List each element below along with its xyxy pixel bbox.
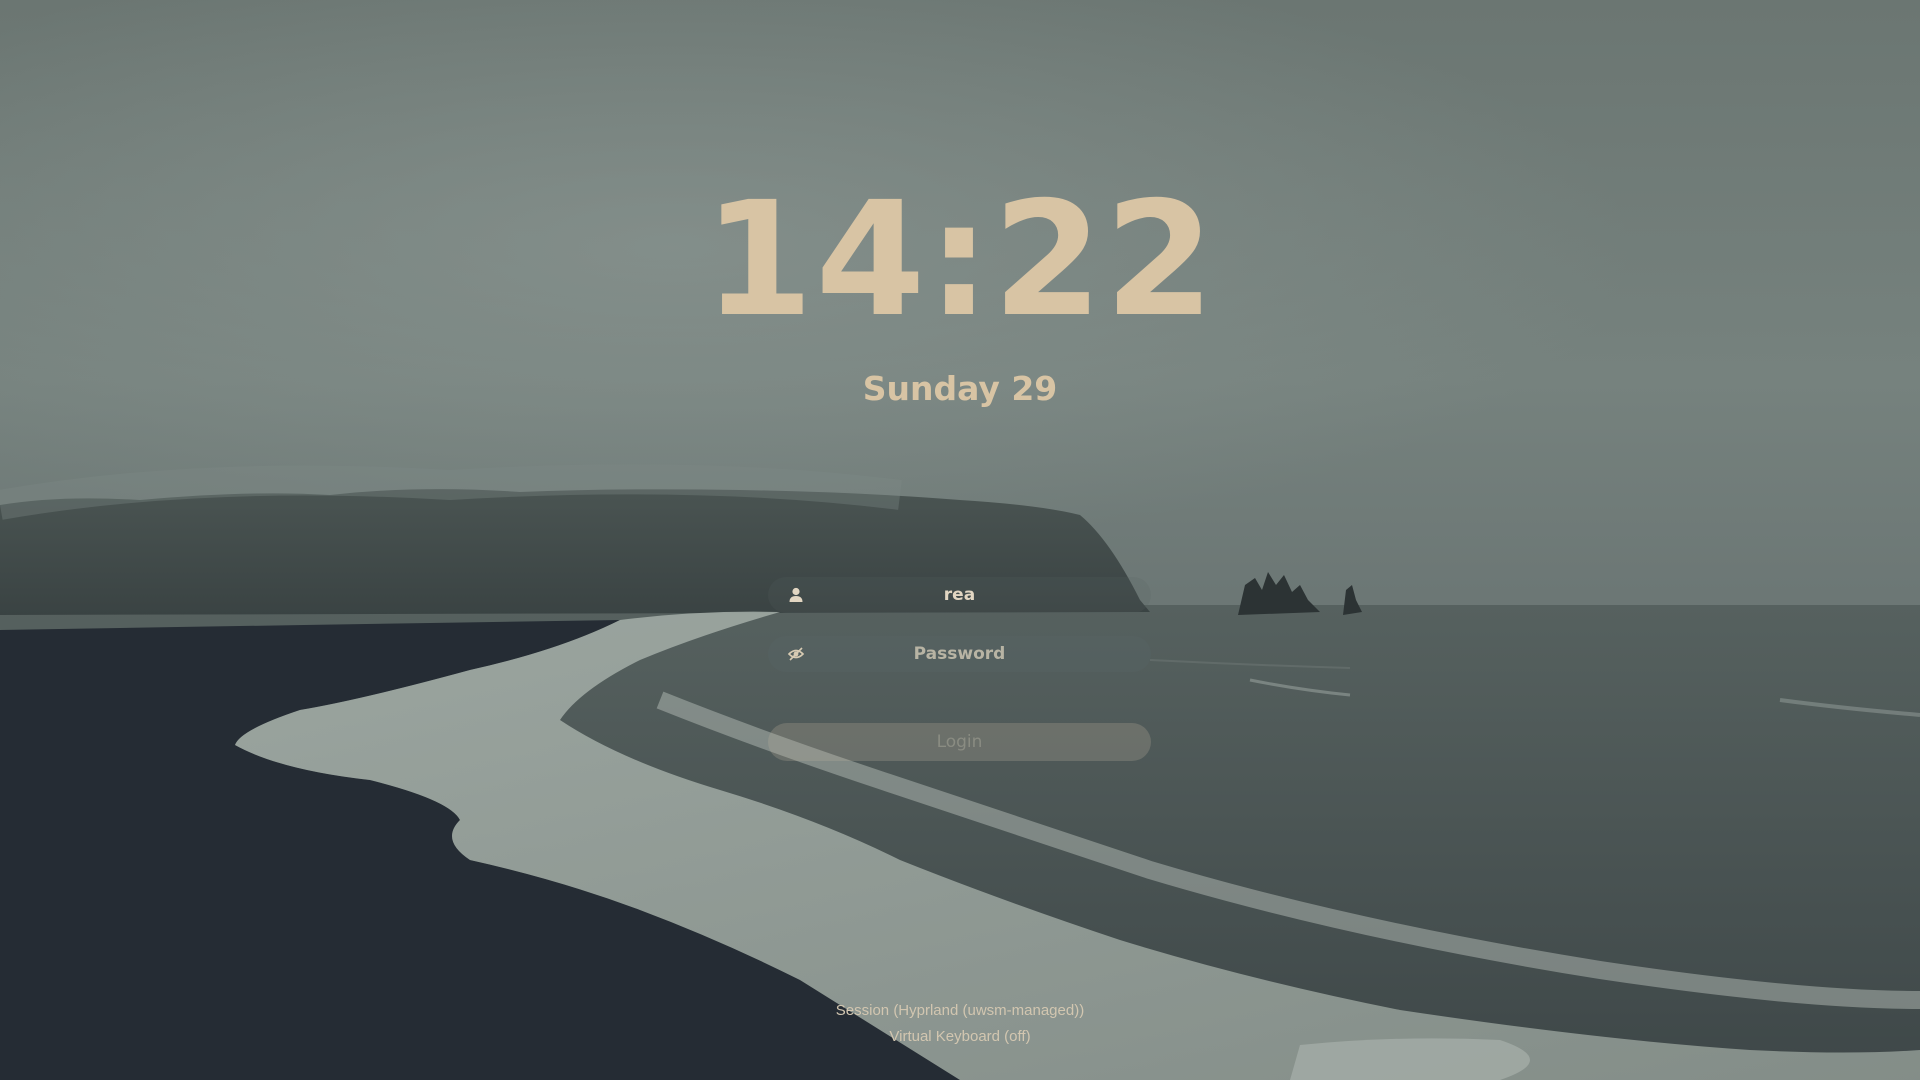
clock-time: 14:22 [703, 168, 1217, 352]
login-screen: 14:22 Sunday 29 rea Login Session (Hyprl… [0, 0, 1920, 1080]
virtual-keyboard-toggle[interactable]: Virtual Keyboard (off) [0, 1027, 1920, 1047]
session-selector[interactable]: Session (Hyprland (uwsm-managed)) [0, 1001, 1920, 1021]
password-field[interactable] [768, 636, 1151, 672]
username-field[interactable]: rea [768, 577, 1151, 613]
clock-date: Sunday 29 [862, 369, 1058, 408]
username-value: rea [943, 585, 976, 605]
greeter-overlay: 14:22 Sunday 29 rea Login Session (Hyprl… [0, 0, 1920, 1080]
login-button[interactable]: Login [768, 723, 1151, 761]
password-input[interactable] [768, 636, 1151, 672]
